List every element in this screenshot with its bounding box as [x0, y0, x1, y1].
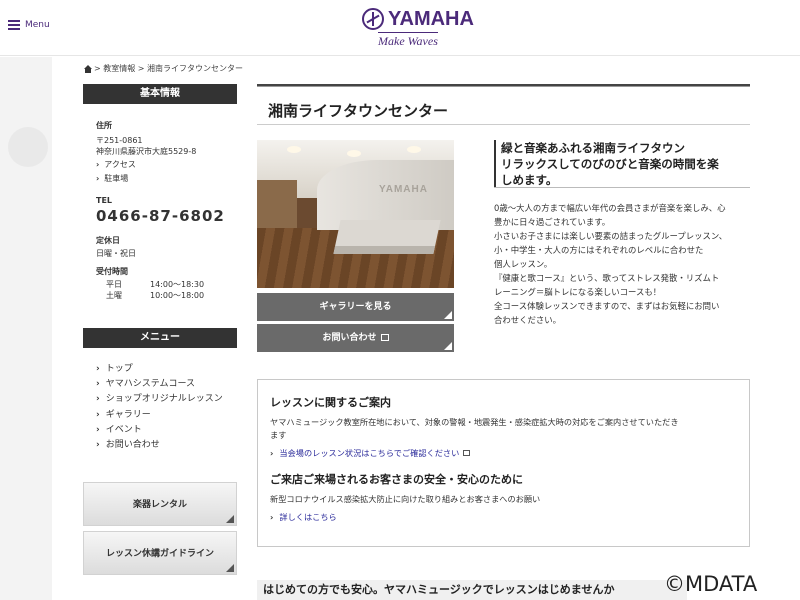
notice-heading: レッスンに関するご案内 — [270, 396, 391, 409]
basic-info-heading: 基本情報 — [83, 84, 237, 104]
menu-item-gallery[interactable]: ギャラリー — [96, 408, 223, 423]
gallery-button-label: ギャラリーを見る — [319, 302, 392, 312]
details-link[interactable]: 詳しくはこちら — [270, 511, 737, 523]
rental-button-label: 楽器レンタル — [132, 500, 187, 510]
photo-light — [287, 146, 301, 153]
guideline-button[interactable]: レッスン休講ガイドライン — [83, 531, 237, 575]
hours-label: 受付時間 — [96, 267, 128, 276]
catch-rule — [494, 187, 750, 188]
hours-time: 14:00〜18:30 — [150, 280, 205, 289]
address: 神奈川県藤沢市大庭5529-8 — [96, 147, 197, 156]
contact-button[interactable]: お問い合わせ — [257, 324, 454, 352]
notice-heading: ご来店ご来場されるお客さまの安全・安心のために — [270, 473, 523, 486]
description-line: 個人レッスン。 — [494, 259, 553, 269]
description: 0歳〜大人の方まで幅広い年代の会員さまが音楽を楽しみ、心 豊かに日々過ごされてい… — [494, 201, 750, 327]
home-icon[interactable] — [84, 64, 92, 73]
menu-item-top[interactable]: トップ — [96, 362, 223, 377]
notice-text: ヤマハミュージック教室所在地において、対象の警報・地震発生・感染症拡大時の対応を… — [270, 416, 737, 442]
description-line: 『健康と歌コース』という、歌ってストレス発散・リズムト — [494, 273, 720, 283]
tel-label: TEL — [96, 196, 113, 205]
parking-link[interactable]: 駐車場 — [96, 173, 236, 184]
side-decoration — [0, 57, 52, 600]
description-line: 合わせください。 — [494, 315, 561, 325]
description-line: 小・中学生・大人の方にはそれぞれのレベルに合わせた — [494, 245, 704, 255]
hours-time: 10:00〜18:00 — [150, 291, 205, 300]
holiday-value: 日曜・祝日 — [96, 249, 136, 258]
lesson-status-link[interactable]: 当会場のレッスン状況はこちらでご確認ください — [270, 447, 737, 459]
notice-text: 新型コロナウイルス感染拡大防止に向けた取り組みとお客さまへのお願い — [270, 494, 541, 504]
catch-line: 緑と音楽あふれる湘南ライフタウン — [501, 141, 685, 155]
menu-item-system-course[interactable]: ヤマハシステムコース — [96, 377, 223, 392]
bottom-banner[interactable]: はじめての方でも安心。ヤマハミュージックでレッスンはじめませんか — [257, 580, 687, 600]
menu-item-event[interactable]: イベント — [96, 423, 223, 438]
center-photo: YAMAHA — [257, 140, 454, 288]
side-menu: トップ ヤマハシステムコース ショップオリジナルレッスン ギャラリー イベント … — [96, 362, 223, 453]
description-line: 0歳〜大人の方まで幅広い年代の会員さまが音楽を楽しみ、心 — [494, 203, 726, 213]
tel-number: 0466-87-6802 — [96, 207, 225, 225]
menu-label: Menu — [25, 20, 50, 30]
watermark: ©MDATA — [664, 572, 758, 596]
title-rule — [257, 84, 750, 87]
photo-wall-logo: YAMAHA — [379, 184, 428, 195]
basic-info: 住所 〒251-0861 神奈川県藤沢市大庭5529-8 アクセス 駐車場 TE… — [96, 118, 236, 301]
photo-counter — [333, 220, 441, 254]
lesson-status-link-label: 当会場のレッスン状況はこちらでご確認ください — [279, 448, 460, 458]
logo-text: YAMAHA — [388, 8, 474, 30]
photo-light — [347, 150, 361, 157]
decorative-circle — [8, 127, 48, 167]
holiday-label: 定休日 — [96, 236, 120, 245]
guideline-button-label: レッスン休講ガイドライン — [105, 549, 214, 559]
postal-code: 〒251-0861 — [96, 136, 143, 145]
access-link[interactable]: アクセス — [96, 159, 236, 170]
corner-arrow-icon — [444, 311, 452, 319]
notice-text-line: ます — [270, 430, 287, 440]
hours-row: 平日 14:00〜18:30 — [96, 279, 236, 290]
catch-line: リラックスしてのびのびと音楽の時間を楽 — [501, 157, 719, 171]
menu-heading: メニュー — [83, 328, 237, 348]
hours-day: 平日 — [106, 280, 122, 289]
tuning-fork-icon — [362, 8, 384, 30]
breadcrumb-text[interactable]: > 教室情報 > 湘南ライフタウンセンター — [94, 63, 243, 74]
catch-copy: 緑と音楽あふれる湘南ライフタウン リラックスしてのびのびと音楽の時間を楽 しめま… — [494, 140, 750, 188]
description-line: 全コース体験レッスンできますので、まずはお気軽にお問い — [494, 301, 720, 311]
menu-item-contact[interactable]: お問い合わせ — [96, 438, 223, 453]
site-header: Menu YAMAHA Make Waves — [0, 0, 800, 56]
yamaha-logo[interactable]: YAMAHA Make Waves — [362, 6, 474, 50]
address-label: 住所 — [96, 121, 112, 130]
corner-arrow-icon — [226, 515, 234, 523]
menu-item-shop-lesson[interactable]: ショップオリジナルレッスン — [96, 392, 223, 407]
hours-row: 土曜 10:00〜18:00 — [96, 290, 236, 301]
hours-day: 土曜 — [106, 291, 122, 300]
breadcrumb: > 教室情報 > 湘南ライフタウンセンター — [84, 63, 243, 74]
catch-line: しめます。 — [501, 173, 558, 187]
description-line: 小さいお子さまには楽しい要素の詰まったグループレッスン、 — [494, 231, 728, 241]
corner-arrow-icon — [444, 342, 452, 350]
external-link-icon — [380, 334, 389, 341]
gallery-button[interactable]: ギャラリーを見る — [257, 293, 454, 321]
corner-arrow-icon — [226, 564, 234, 572]
logo-tagline: Make Waves — [378, 32, 438, 48]
hamburger-icon — [8, 20, 20, 30]
page-title: 湘南ライフタウンセンター — [268, 102, 449, 120]
menu-button[interactable]: Menu — [8, 20, 50, 30]
rental-button[interactable]: 楽器レンタル — [83, 482, 237, 526]
description-line: 豊かに日々過ごされています。 — [494, 217, 611, 227]
contact-button-label: お問い合わせ — [322, 333, 377, 343]
title-underline — [257, 124, 750, 125]
photo-light — [407, 146, 421, 153]
notice-text-line: ヤマハミュージック教室所在地において、対象の警報・地震発生・感染症拡大時の対応を… — [270, 417, 679, 427]
lesson-notice-box: レッスンに関するご案内 ヤマハミュージック教室所在地において、対象の警報・地震発… — [257, 379, 750, 547]
external-link-icon — [463, 450, 471, 456]
description-line: レーニング＝脳トレになる楽しいコースも！ — [494, 287, 662, 297]
